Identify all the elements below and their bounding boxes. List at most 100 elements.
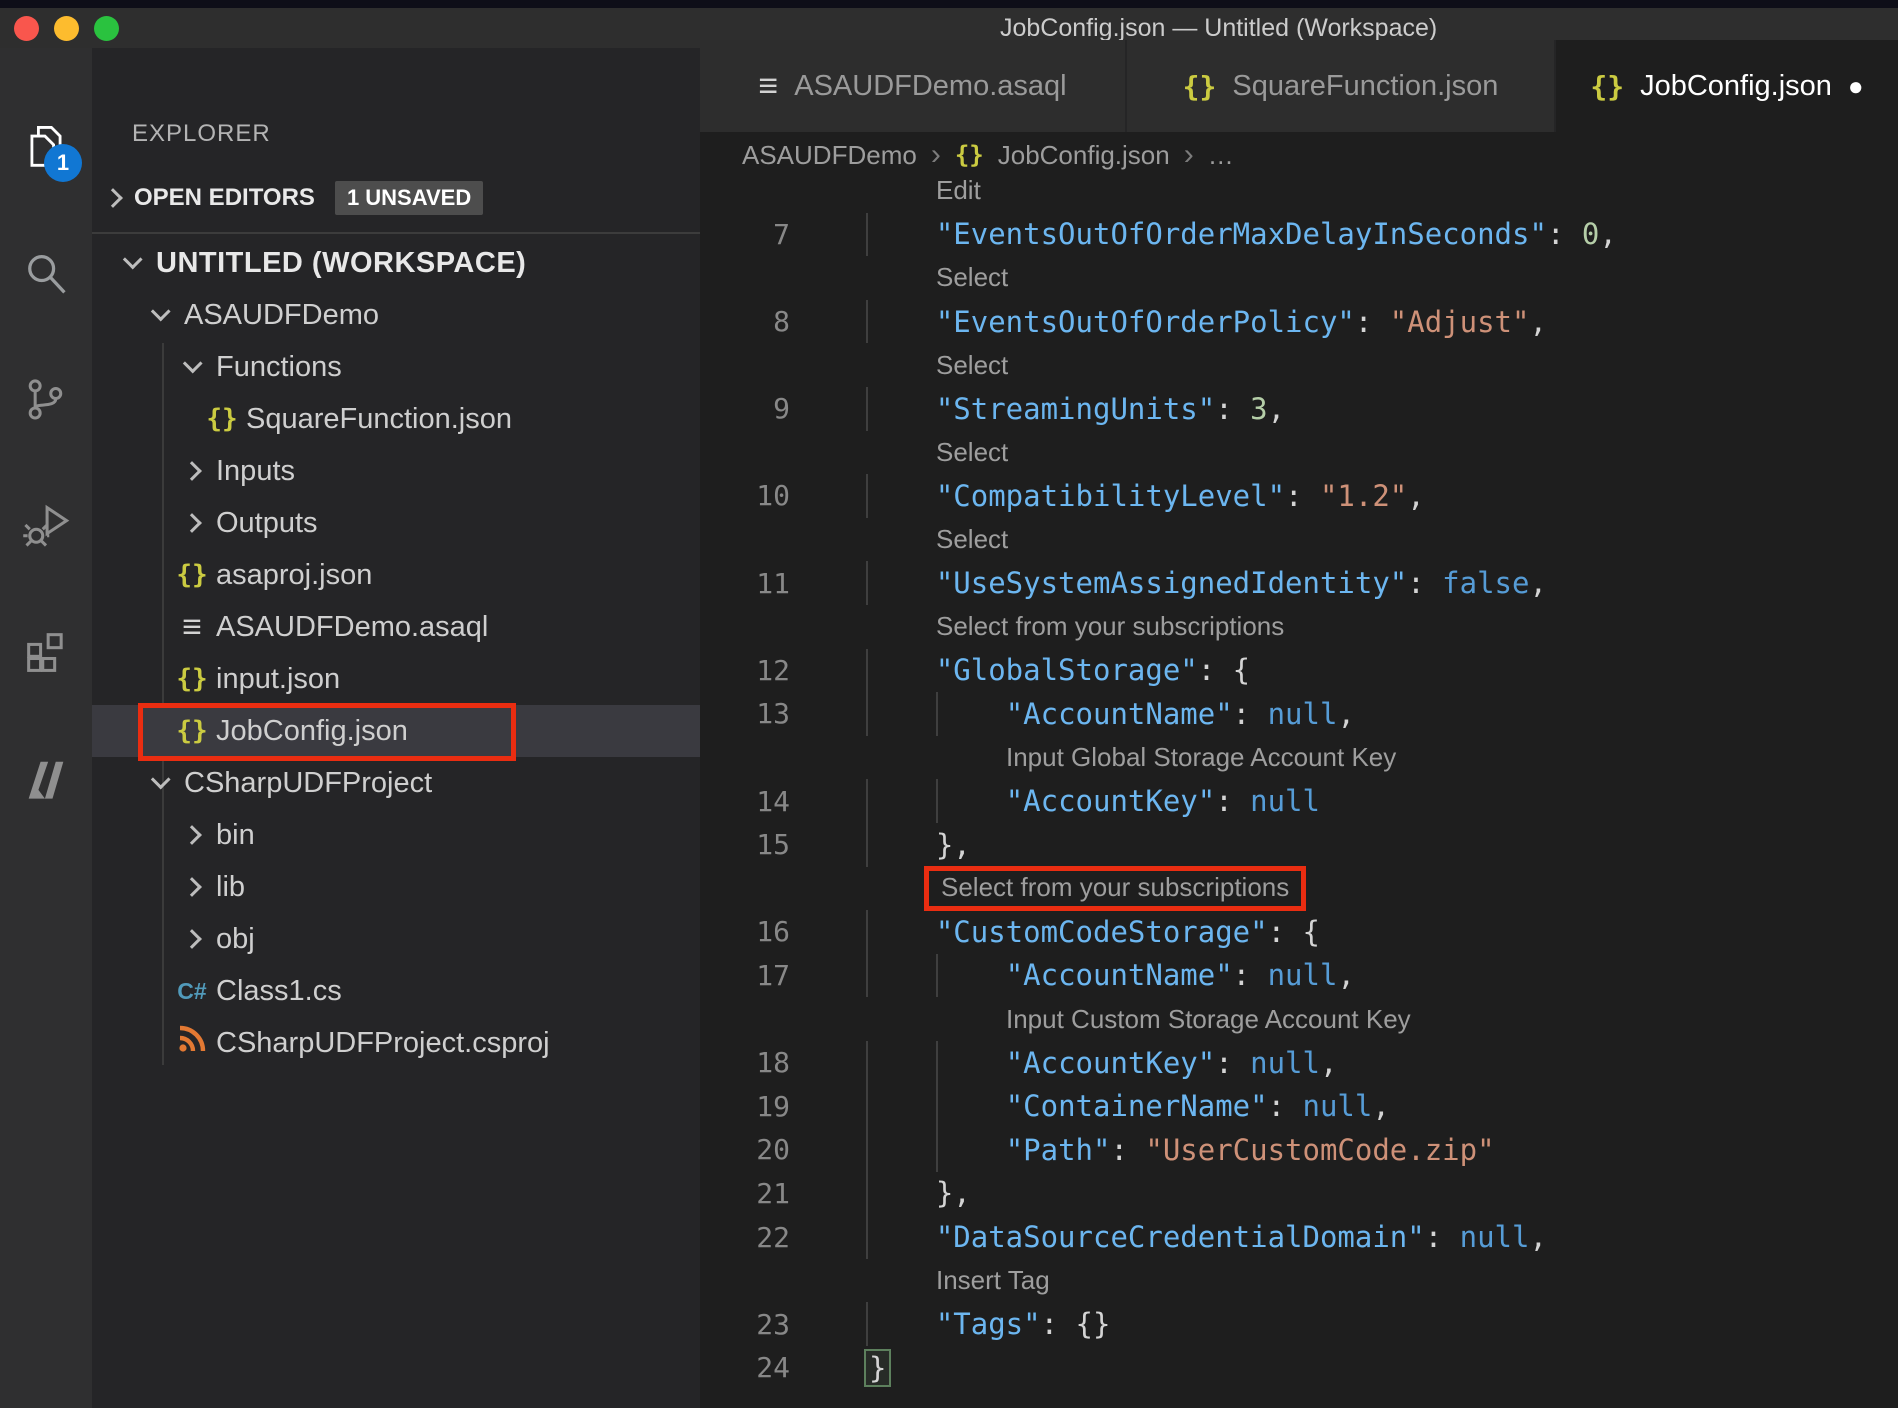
tree-item-icon-slot (168, 825, 216, 845)
line-content: "UseSystemAssignedIdentity": false, (790, 561, 1898, 605)
tree-item-icon-slot: {} (168, 560, 216, 590)
line-number: 17 (756, 958, 790, 992)
codelens-link-select[interactable]: Select (936, 437, 1008, 468)
tree-item-label: Class1.cs (216, 974, 342, 1007)
code-text: "DataSourceCredentialDomain": null, (866, 1220, 1547, 1254)
json-braces-icon: {} (954, 141, 984, 169)
codelens-link-select[interactable]: Select (936, 262, 1008, 293)
tree-item-asaudfdemo-asaql[interactable]: ≡ ASAUDFDemo.asaql (92, 601, 700, 653)
tree-item-label: Outputs (216, 506, 318, 539)
token-p: : (1407, 566, 1443, 601)
tree-item-obj[interactable]: obj (92, 913, 700, 965)
tree-item-outputs[interactable]: Outputs (92, 497, 700, 549)
chevron-right-icon[interactable] (182, 929, 202, 949)
tree-item-lib[interactable]: lib (92, 861, 700, 913)
tree-item-icon-slot (108, 249, 156, 270)
tab-label: SquareFunction.json (1232, 69, 1499, 102)
line-content: }, (790, 822, 1898, 867)
codelens-link-select-from-your-subscriptions[interactable]: Select from your subscriptions (941, 872, 1289, 902)
tree-item-label: asaproj.json (216, 558, 373, 591)
azure-icon[interactable] (18, 750, 74, 806)
tree-item-asaudfdemo[interactable]: ASAUDFDemo (92, 289, 700, 341)
token-b: null (1459, 1220, 1530, 1255)
chevron-down-icon[interactable] (182, 353, 203, 374)
line-number: 23 (756, 1307, 790, 1341)
indent-guide (936, 692, 938, 736)
token-b: null (1302, 1089, 1373, 1124)
chevron-right-icon[interactable] (182, 877, 202, 897)
line-number: 12 (756, 653, 790, 687)
tree-item-icon-slot (168, 929, 216, 949)
code-editor[interactable]: Edit 7 "EventsOutOfOrderMaxDelayInSeconds… (700, 178, 1898, 1408)
codelens-link-select-from-your-subscriptions[interactable]: Select from your subscriptions (936, 611, 1284, 642)
token-p: , (1599, 217, 1617, 252)
codelens-link-insert-tag[interactable]: Insert Tag (936, 1265, 1050, 1296)
token-p: , (1267, 391, 1286, 426)
chevron-right-icon[interactable] (182, 513, 202, 533)
tree-item-functions[interactable]: Functions (92, 341, 700, 393)
zoom-button[interactable] (94, 15, 119, 41)
open-editors-header[interactable]: OPEN EDITORS 1 UNSAVED (92, 172, 700, 224)
codelens-row: Select (700, 343, 1898, 387)
code-text: "AccountName": null, (866, 958, 1355, 992)
tab-jobconfig-json[interactable]: {} JobConfig.json ● (1556, 40, 1898, 132)
tree-item-asaproj-json[interactable]: {} asaproj.json (92, 549, 700, 601)
line-content: Edit (790, 178, 1898, 213)
token-b: false (1442, 566, 1530, 601)
explorer-icon[interactable]: 1 (18, 120, 82, 182)
indent-guide (866, 692, 868, 736)
breadcrumb-item-[interactable]: … (1208, 140, 1234, 171)
search-icon[interactable] (18, 246, 74, 302)
breadcrumb-item-jobconfig-json[interactable]: JobConfig.json (998, 140, 1170, 171)
chevron-down-icon[interactable] (122, 249, 143, 270)
codelens-link-select[interactable]: Select (936, 524, 1008, 555)
list-file-icon: ≡ (758, 67, 779, 105)
tab-squarefunction-json[interactable]: {} SquareFunction.json (1127, 40, 1556, 132)
code-line-20: 20 "Path": "UserCustomCode.zip" (700, 1128, 1898, 1172)
tree-item-icon-slot: {} (168, 664, 216, 694)
token-k: "EventsOutOfOrderMaxDelayInSeconds" (935, 217, 1547, 252)
tab-asaudfdemo-asaql[interactable]: ≡ ASAUDFDemo.asaql (700, 40, 1127, 132)
token-s: "Adjust" (1389, 304, 1530, 339)
tree-item-label: ASAUDFDemo.asaql (216, 610, 489, 643)
tree-item-csharpudfproject[interactable]: CSharpUDFProject (92, 757, 700, 809)
line-content: "StreamingUnits": 3, (790, 386, 1898, 431)
codelens-row: Edit (700, 178, 1898, 213)
close-button[interactable] (14, 15, 39, 41)
tree-item-untitled-workspace[interactable]: UNTITLED (WORKSPACE) (92, 237, 700, 289)
token-k: "AccountKey" (1005, 784, 1216, 819)
token-k: "Tags" (935, 1307, 1041, 1342)
source-control-icon[interactable] (18, 372, 74, 428)
editor-tabs: ≡ ASAUDFDemo.asaql{} SquareFunction.json{}… (700, 40, 1898, 132)
codelens-row: Select from your subscriptions (700, 865, 1898, 911)
tree-item-class1-cs[interactable]: C# Class1.cs (92, 965, 700, 1017)
chevron-right-icon[interactable] (182, 461, 202, 481)
breadcrumb-item-asaudfdemo[interactable]: ASAUDFDemo (742, 140, 917, 171)
unsaved-dot-icon[interactable]: ● (1848, 73, 1864, 99)
extensions-icon[interactable] (18, 624, 74, 680)
chevron-down-icon[interactable] (150, 301, 171, 322)
tree-item-bin[interactable]: bin (92, 809, 700, 861)
codelens-link-input-global-storage-account-key[interactable]: Input Global Storage Account Key (1006, 742, 1396, 773)
tree-item-input-json[interactable]: {} input.json (92, 653, 700, 705)
minimize-button[interactable] (54, 15, 79, 41)
tree-item-squarefunction-json[interactable]: {} SquareFunction.json (92, 393, 700, 445)
code-line-19: 19 "ContainerName": null, (700, 1084, 1898, 1129)
tree-item-jobconfig-json[interactable]: {} JobConfig.json (92, 703, 700, 761)
tree-item-inputs[interactable]: Inputs (92, 445, 700, 497)
codelens-link-input-custom-storage-account-key[interactable]: Input Custom Storage Account Key (1006, 1004, 1411, 1035)
line-number: 11 (756, 566, 790, 600)
breadcrumb[interactable]: ASAUDFDemo ›{} JobConfig.json ›… (700, 132, 1898, 178)
line-content: } (790, 1346, 1898, 1390)
chevron-right-icon[interactable] (182, 825, 202, 845)
codelens-link-select[interactable]: Select (936, 350, 1008, 381)
codelens-link-edit[interactable]: Edit (936, 178, 981, 206)
run-debug-icon[interactable] (18, 498, 74, 554)
line-content: "Tags": {} (790, 1302, 1898, 1347)
chevron-down-icon[interactable] (150, 769, 171, 790)
code-text: "CustomCodeStorage": { (866, 915, 1320, 949)
indent-guide (866, 648, 868, 693)
tree-item-csharpudfproject-csproj[interactable]: CSharpUDFProject.csproj (92, 1017, 700, 1069)
